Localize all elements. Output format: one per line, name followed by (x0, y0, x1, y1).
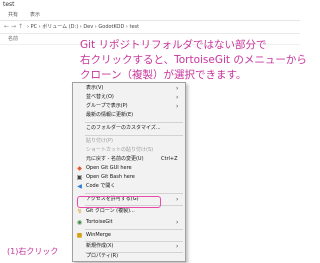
forward-arrow-icon[interactable]: → (11, 23, 16, 30)
menu-item-label: Code で開く (86, 183, 116, 189)
winmerge-icon: ■ (76, 232, 83, 239)
menu-item-label: 表示(V) (86, 85, 104, 91)
git-clone-highlight (77, 196, 161, 208)
menu-item-customize[interactable]: このフォルダーのカスタマイズ... (73, 124, 185, 133)
breadcrumb[interactable]: › PC › ボリューム (D:) › Dev › GodotKOD › tes… (27, 23, 139, 31)
menu-item-view[interactable]: 表示(V) › (73, 84, 185, 93)
menu-item-git-bash[interactable]: ▣ Open Git Bash here (73, 173, 185, 182)
menu-item-label: グループで表示(P) (86, 103, 128, 109)
menu-item-properties[interactable]: プロパティ(R) (73, 252, 185, 261)
chevron-right-icon: › (176, 243, 179, 250)
menu-item-label: 新規作成(X) (86, 243, 114, 249)
menu-item-tortoisegit[interactable]: ◉ TortoiseGit › (73, 218, 185, 227)
annotation-line-1: Git リポジトリフォルダではない部分で (80, 39, 267, 51)
back-arrow-icon[interactable]: ← (4, 23, 9, 30)
menu-item-label: Git クローン (複製)... (86, 208, 135, 214)
menu-item-label: WinMerge (86, 232, 111, 238)
menu-item-label: Open Git GUI here (86, 165, 132, 171)
menu-item-vscode[interactable]: ◀ Code で開く (73, 182, 185, 191)
menu-item-paste[interactable]: 貼り付け(P) (73, 137, 185, 146)
annotation-line-2: 右クリックすると、TortoiseGit のメニューから (80, 54, 307, 66)
chevron-right-icon: › (176, 103, 179, 110)
git-bash-icon: ▣ (76, 174, 83, 181)
context-menu: 表示(V) › 並べ替え(O) › グループで表示(P) › 最新の情報に更新(… (72, 82, 186, 262)
menu-separator (85, 122, 183, 123)
menu-separator (85, 135, 183, 136)
ribbon-tab-share[interactable]: 共有 (8, 11, 18, 19)
menu-separator (85, 229, 183, 230)
menu-item-refresh[interactable]: 最新の情報に更新(E) (73, 111, 185, 120)
right-click-label: (1)右クリック (7, 247, 59, 256)
chevron-right-icon: › (176, 196, 179, 203)
column-name[interactable]: 名前 (8, 36, 18, 42)
menu-item-label: 並べ替え(O) (86, 94, 114, 100)
menu-item-label: TortoiseGit (86, 219, 113, 225)
menu-item-git-clone[interactable]: ↯ Git クローン (複製)... (73, 207, 185, 216)
tortoisegit-icon: ◉ (76, 219, 83, 226)
vscode-icon: ◀ (77, 183, 82, 190)
menu-item-shortcut: Ctrl+Z (161, 156, 178, 162)
git-gui-icon: ◆ (77, 165, 82, 172)
menu-item-label: Open Git Bash here (86, 174, 135, 180)
menu-item-undo[interactable]: 元に戻す - 名前の変更(U) Ctrl+Z (73, 155, 185, 164)
menu-item-git-gui[interactable]: ◆ Open Git GUI here (73, 164, 185, 173)
menu-item-label: 元に戻す - 名前の変更(U) (86, 156, 144, 162)
menu-item-new[interactable]: 新規作成(X) › (73, 242, 185, 251)
git-clone-icon: ↯ (76, 208, 83, 215)
chevron-right-icon: › (176, 219, 179, 226)
ribbon-tab-view[interactable]: 表示 (30, 11, 40, 19)
menu-item-winmerge[interactable]: ■ WinMerge (73, 231, 185, 240)
chevron-right-icon: › (176, 85, 179, 92)
menu-item-label: 最新の情報に更新(E) (86, 112, 134, 118)
menu-item-sort[interactable]: 並べ替え(O) › (73, 93, 185, 102)
annotation-line-3: クローン（複製）が選択できます。 (80, 69, 247, 81)
chevron-right-icon: › (176, 94, 179, 101)
menu-item-label: このフォルダーのカスタマイズ... (86, 125, 161, 131)
title-bar: test (0, 0, 300, 10)
menu-separator (85, 193, 183, 194)
address-bar: ← → ↑ › PC › ボリューム (D:) › Dev › GodotKOD… (0, 21, 300, 34)
menu-item-label: ショートカットの貼り付け(S) (86, 147, 154, 153)
ribbon-tabs: 共有 表示 (0, 10, 300, 21)
menu-item-label: プロパティ(R) (86, 253, 119, 259)
menu-item-paste-shortcut[interactable]: ショートカットの貼り付け(S) (73, 146, 185, 155)
menu-item-group[interactable]: グループで表示(P) › (73, 102, 185, 111)
window-title: test (3, 1, 15, 8)
up-arrow-icon[interactable]: ↑ (18, 23, 23, 30)
menu-item-label: 貼り付け(P) (86, 138, 113, 144)
